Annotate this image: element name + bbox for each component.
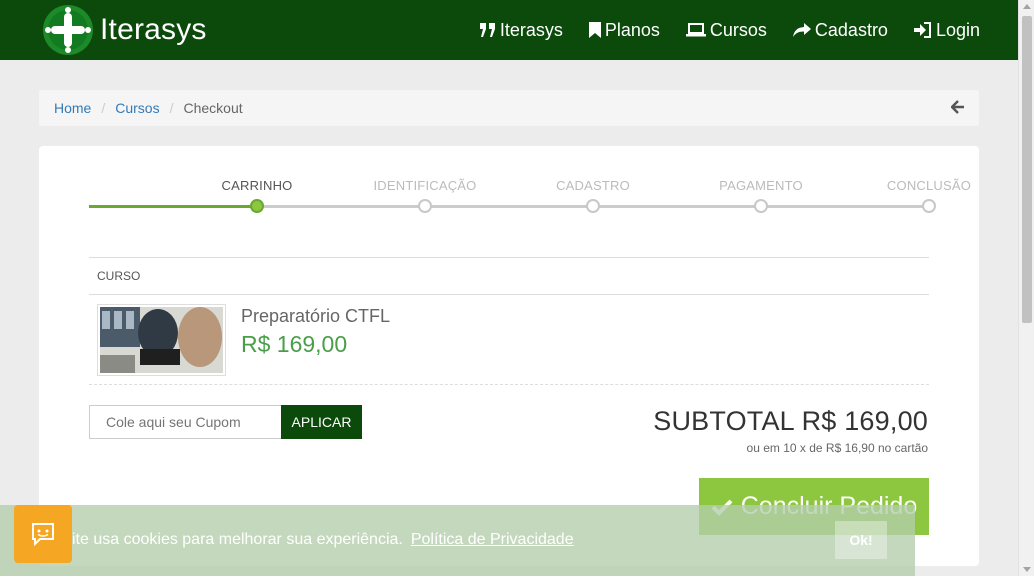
nav-item-iterasys[interactable]: Iterasys — [479, 19, 563, 41]
apply-coupon-button[interactable]: APLICAR — [281, 405, 362, 439]
cookie-text: ite usa cookies para melhorar sua experi… — [72, 531, 403, 548]
installments-text: ou em 10 x de R$ 16,90 no cartão — [746, 441, 928, 455]
brand-logo-icon — [42, 4, 94, 56]
nav-item-login[interactable]: Login — [913, 19, 980, 41]
course-price: R$ 169,00 — [241, 331, 348, 357]
nav-item-label: Login — [935, 19, 980, 40]
page-scrollbar[interactable] — [1018, 0, 1034, 576]
step-pagamento-dot — [754, 199, 768, 213]
main-nav: Iterasys Planos Cursos Cadastro Login — [454, 0, 980, 60]
step-conclusao-dot — [922, 199, 936, 213]
cookie-ok-button[interactable]: Ok! — [835, 521, 887, 559]
cookie-message: ite usa cookies para melhorar sua experi… — [72, 531, 574, 549]
breadcrumb-separator: / — [101, 100, 106, 116]
nav-item-cursos[interactable]: Cursos — [685, 19, 767, 41]
nav-item-label: Iterasys — [499, 19, 563, 40]
chat-icon — [32, 523, 54, 547]
laptop-icon — [685, 23, 706, 37]
cart-item-row: Preparatório CTFL R$ 169,00 — [89, 295, 929, 385]
step-conclusao-label: CONCLUSÃO — [886, 178, 972, 193]
progress-line-done — [89, 205, 257, 208]
scroll-up-arrow-icon[interactable] — [1023, 4, 1031, 9]
checkout-steps: CARRINHO IDENTIFICAÇÃO CADASTRO PAGAMENT… — [89, 176, 972, 216]
breadcrumb-separator: / — [169, 100, 174, 116]
quote-icon — [479, 23, 495, 37]
step-carrinho-label: CARRINHO — [221, 178, 293, 193]
step-pagamento-label: PAGAMENTO — [719, 178, 803, 193]
top-navbar: Iterasys Iterasys Planos Cursos Cadastro… — [0, 0, 1018, 60]
subtotal-amount: SUBTOTAL R$ 169,00 — [653, 406, 928, 436]
breadcrumb: Home / Cursos / Checkout — [39, 90, 979, 126]
scroll-down-arrow-icon[interactable] — [1023, 567, 1031, 572]
step-identificacao-label: IDENTIFICAÇÃO — [373, 178, 477, 193]
course-image — [100, 307, 223, 373]
brand[interactable]: Iterasys — [42, 4, 207, 56]
scroll-thumb[interactable] — [1022, 16, 1032, 323]
brand-name: Iterasys — [100, 13, 207, 46]
cookie-consent-bar: ite usa cookies para melhorar sua experi… — [0, 505, 915, 576]
cart-table-header: CURSO — [89, 257, 929, 295]
course-thumbnail[interactable] — [97, 304, 226, 376]
step-identificacao-dot — [418, 199, 432, 213]
step-cadastro-label: CADASTRO — [556, 178, 630, 193]
nav-item-label: Cadastro — [814, 19, 888, 40]
nav-item-label: Cursos — [709, 19, 767, 40]
nav-item-label: Planos — [604, 19, 660, 40]
breadcrumb-checkout: Checkout — [183, 100, 243, 116]
bookmark-icon — [588, 22, 601, 38]
privacy-policy-link[interactable]: Política de Privacidade — [411, 531, 574, 548]
share-icon — [792, 22, 811, 37]
coupon-input[interactable] — [89, 405, 282, 439]
step-carrinho-dot — [250, 199, 264, 213]
step-cadastro-dot — [586, 199, 600, 213]
checkout-card: CARRINHO IDENTIFICAÇÃO CADASTRO PAGAMENT… — [39, 146, 979, 566]
column-header-curso: CURSO — [97, 269, 141, 283]
sign-in-icon — [913, 22, 931, 38]
chat-widget-button[interactable] — [14, 505, 72, 563]
back-arrow-icon[interactable] — [951, 100, 965, 114]
nav-item-planos[interactable]: Planos — [588, 19, 660, 41]
breadcrumb-cursos[interactable]: Cursos — [115, 100, 159, 116]
nav-item-cadastro[interactable]: Cadastro — [792, 19, 888, 41]
breadcrumb-home[interactable]: Home — [54, 100, 91, 116]
course-name: Preparatório CTFL — [241, 306, 391, 326]
